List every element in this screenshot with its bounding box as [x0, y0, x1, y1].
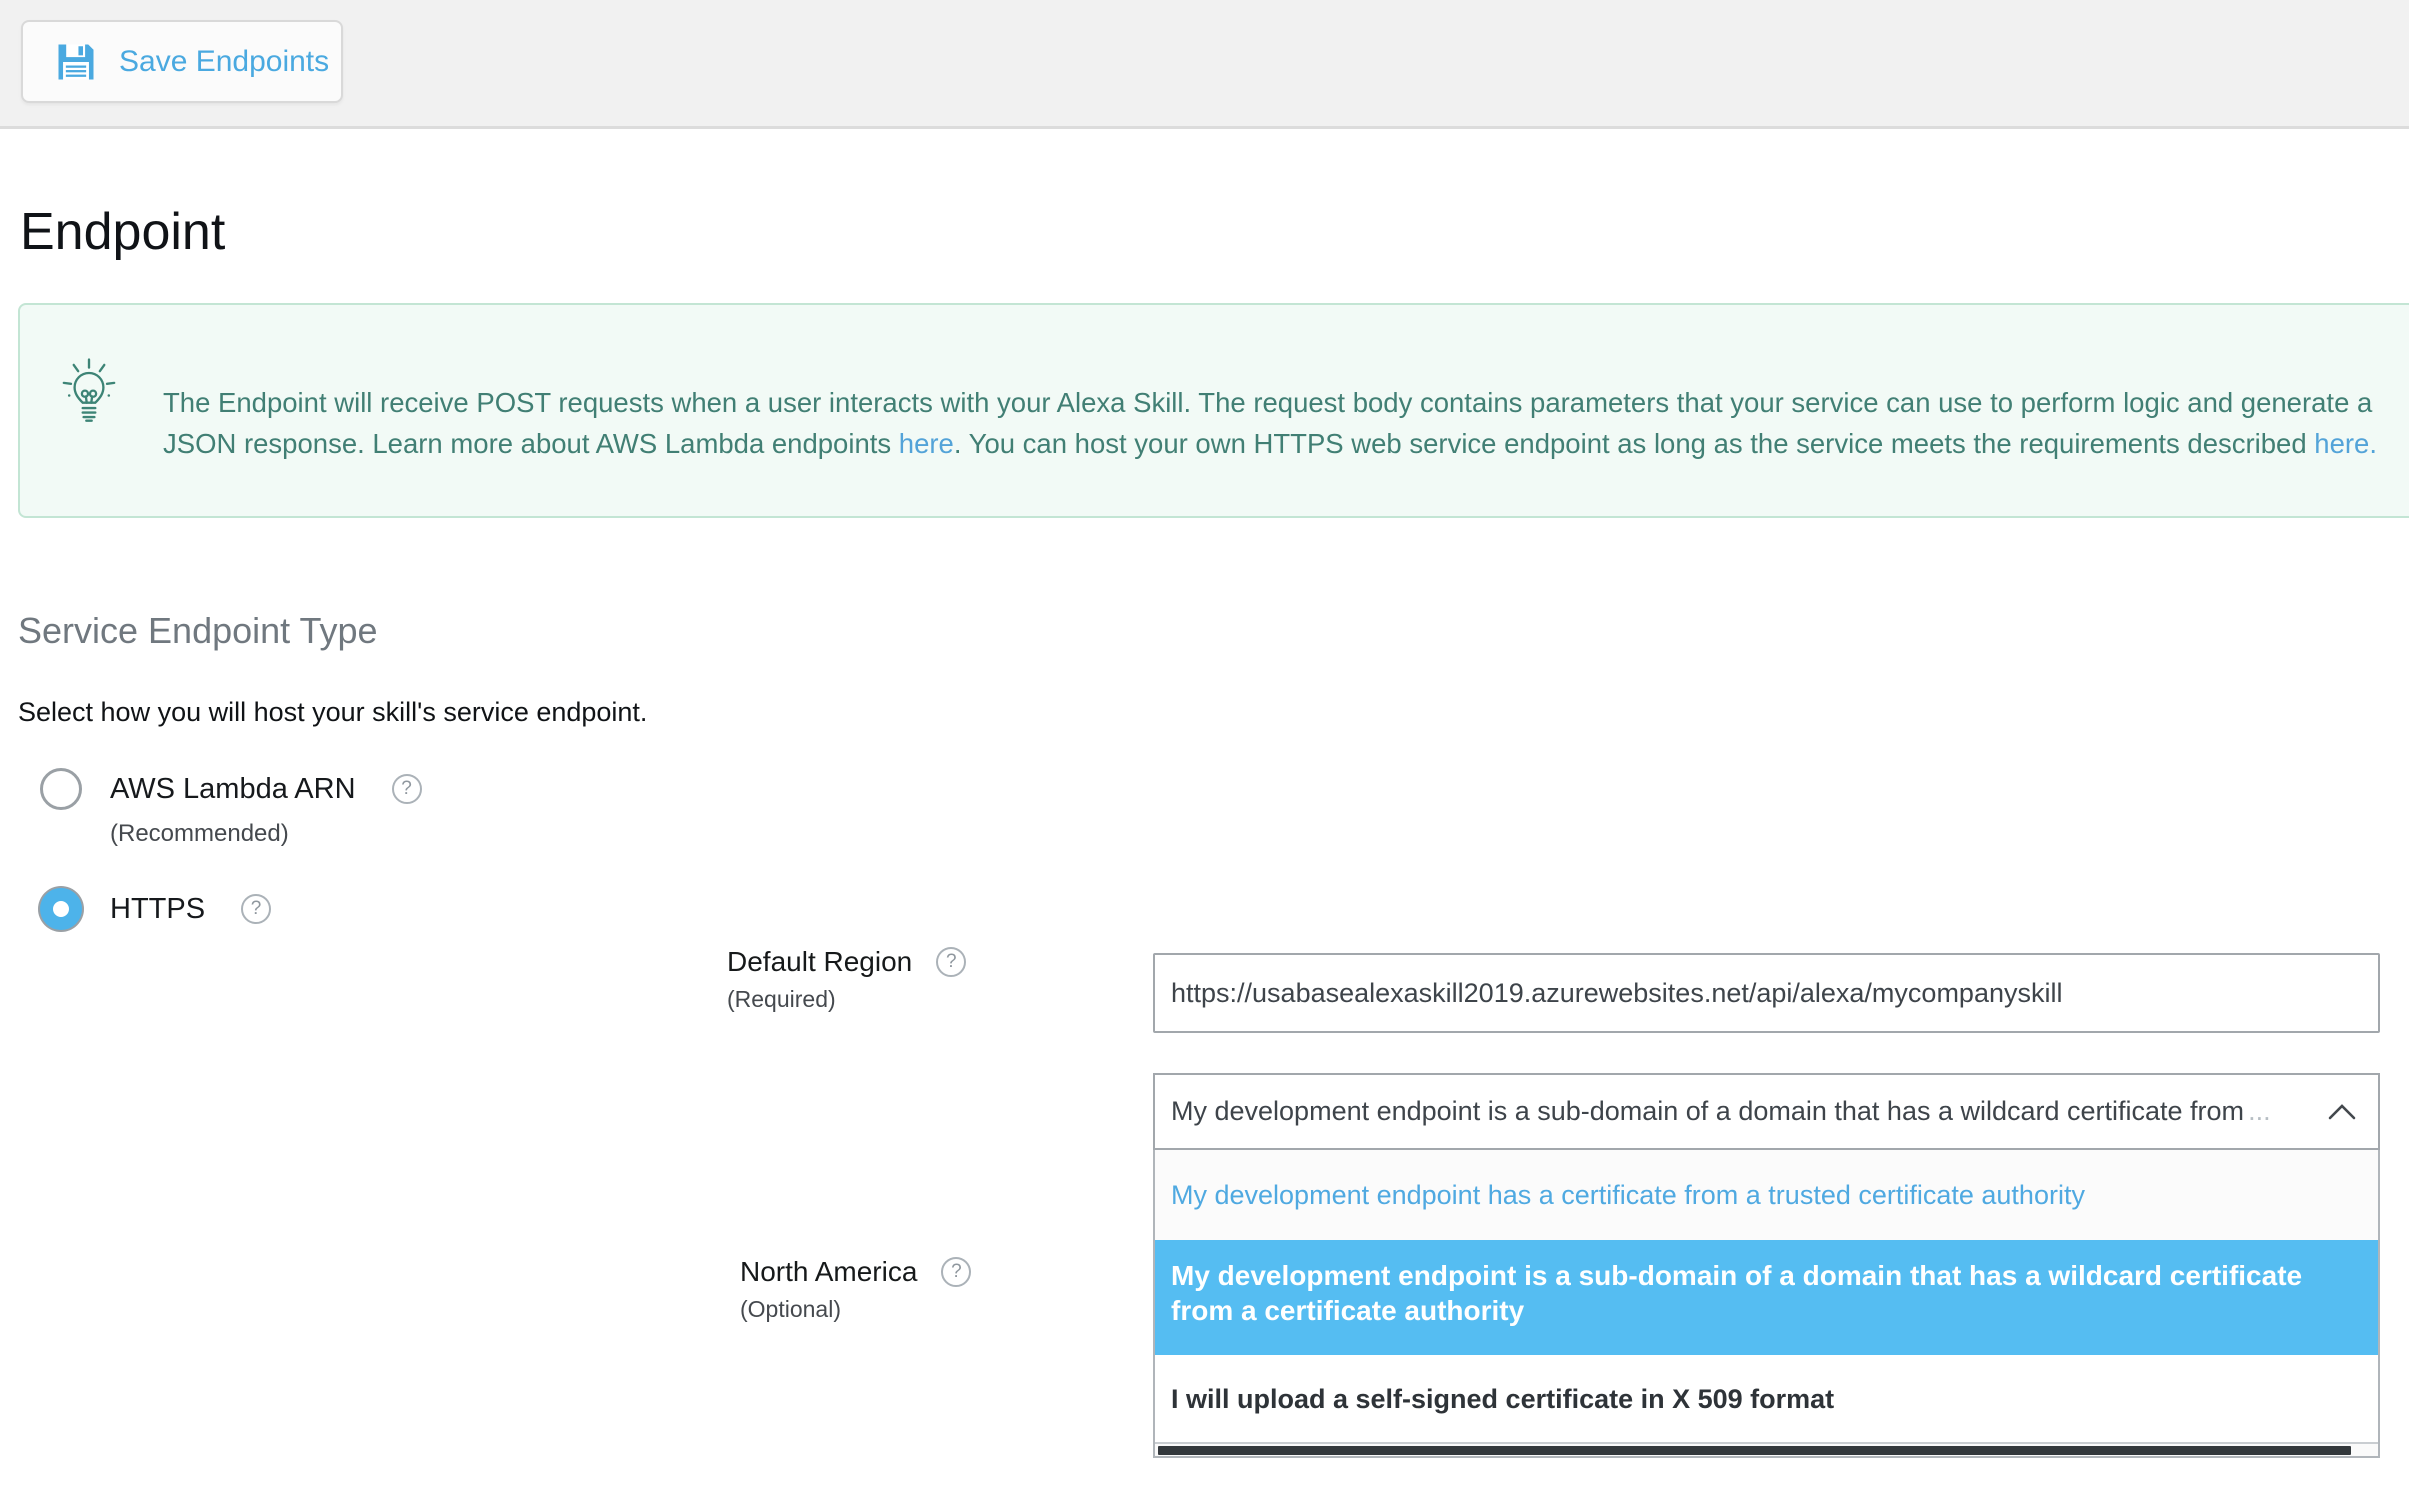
requirements-link[interactable]: here. — [2314, 428, 2377, 459]
certificate-type-select[interactable]: My development endpoint is a sub-domain … — [1153, 1073, 2380, 1150]
endpoint-page: Save Endpoints Endpoint — [0, 0, 2409, 1485]
help-icon-https[interactable]: ? — [241, 894, 271, 924]
info-text-part2: . You can host your own HTTPS web servic… — [954, 428, 2314, 459]
endpoint-url-input[interactable] — [1153, 953, 2380, 1033]
help-icon-north-america[interactable]: ? — [941, 1257, 971, 1287]
north-america-label: North America — [740, 1256, 917, 1288]
chevron-up-icon — [2326, 1102, 2358, 1121]
dropdown-option-self-signed[interactable]: I will upload a self-signed certificate … — [1155, 1355, 2378, 1444]
dropdown-horizontal-scrollbar — [1155, 1442, 2378, 1456]
radio-option-https[interactable]: HTTPS ? — [40, 888, 271, 930]
help-icon-aws-lambda-arn[interactable]: ? — [392, 774, 422, 804]
question-mark-glyph: ? — [951, 1261, 962, 1283]
radio-sublabel-recommended: (Recommended) — [110, 820, 289, 848]
truncation-ellipsis: ... — [2248, 1096, 2271, 1127]
lambda-endpoints-link[interactable]: here — [899, 428, 954, 459]
selected-certificate-text: My development endpoint is a sub-domain … — [1171, 1096, 2244, 1127]
default-region-label-block: Default Region ? (Required) — [727, 946, 966, 1013]
north-america-label-block: North America ? (Optional) — [740, 1256, 971, 1323]
save-button-label: Save Endpoints — [119, 45, 329, 79]
question-mark-glyph: ? — [251, 898, 262, 920]
dropdown-option-label: I will upload a self-signed certificate … — [1171, 1384, 1834, 1415]
help-icon-default-region[interactable]: ? — [936, 947, 966, 977]
dropdown-option-wildcard-ca-highlighted[interactable]: My development endpoint is a sub-domain … — [1155, 1240, 2378, 1355]
north-america-optional-note: (Optional) — [740, 1296, 971, 1323]
lightbulb-icon — [62, 356, 116, 449]
radio-input-aws-lambda-arn — [40, 768, 82, 810]
question-mark-glyph: ? — [946, 951, 957, 973]
default-region-required-note: (Required) — [727, 986, 966, 1013]
section-title: Service Endpoint Type — [18, 610, 378, 652]
radio-label-https: HTTPS — [110, 893, 205, 926]
dropdown-option-label: My development endpoint has a certificat… — [1171, 1180, 2085, 1211]
page-title: Endpoint — [20, 204, 225, 261]
radio-option-aws-lambda-arn[interactable]: AWS Lambda ARN ? — [40, 768, 422, 810]
info-text: The Endpoint will receive POST requests … — [163, 382, 2409, 464]
radio-label-aws-lambda-arn: AWS Lambda ARN — [110, 773, 356, 806]
dropdown-option-label: My development endpoint is a sub-domain … — [1171, 1260, 2302, 1326]
certificate-dropdown-list: My development endpoint has a certificat… — [1153, 1150, 2380, 1458]
toolbar: Save Endpoints — [0, 0, 2409, 129]
scrollbar-thumb[interactable] — [1158, 1446, 2351, 1455]
floppy-disk-icon — [55, 41, 97, 83]
default-region-label: Default Region — [727, 946, 912, 978]
section-subtitle: Select how you will host your skill's se… — [18, 697, 647, 728]
question-mark-glyph: ? — [401, 778, 412, 800]
save-endpoints-button[interactable]: Save Endpoints — [21, 20, 343, 103]
radio-input-https-selected — [40, 888, 82, 930]
dropdown-option-trusted-ca[interactable]: My development endpoint has a certificat… — [1155, 1150, 2378, 1240]
